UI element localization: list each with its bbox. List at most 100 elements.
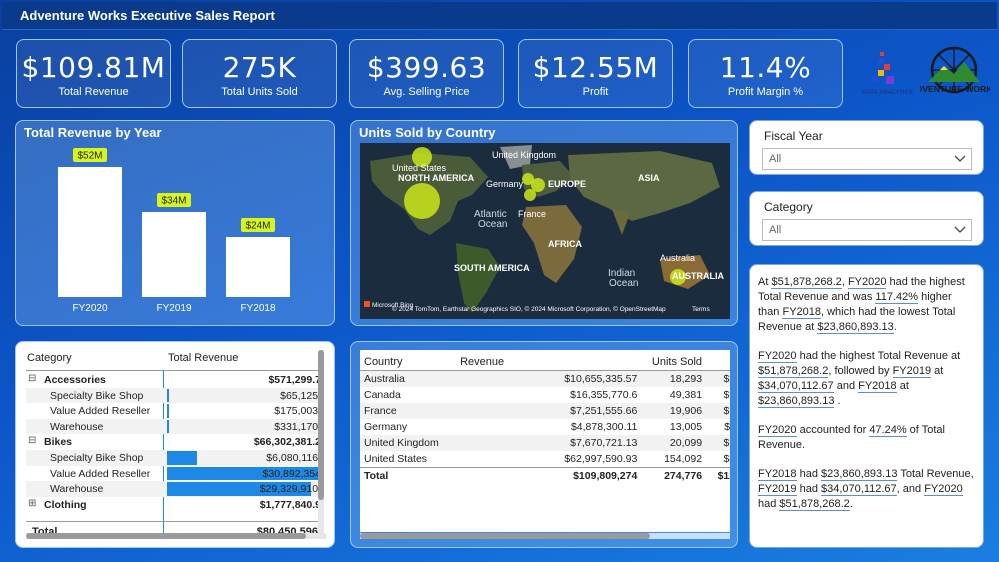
map-label: EUROPE [548, 179, 586, 189]
narrative-value: $34,070,112.67 [758, 380, 834, 393]
data-label: $52M [77, 151, 102, 162]
kpi-total-units-sold[interactable]: 275K Total Units Sold [182, 39, 337, 108]
narrative-value: 47.24% [869, 424, 907, 437]
table-h-scrollbar[interactable] [360, 533, 730, 539]
table-row[interactable]: Germany $4,878,300.11 13,005 $2,076,117 [360, 419, 730, 435]
kpi-value: $12.55M [532, 51, 659, 84]
matrix-child-row[interactable]: Specialty Bike Shop $6,080,116. [26, 450, 321, 466]
narrative-value: FY2020 [758, 424, 797, 437]
table-cell: Profit [706, 354, 730, 371]
map-terms-link: Terms [692, 306, 710, 313]
table-cell: 18,293 [669, 373, 703, 385]
narrative-text-segment: accounted for [796, 424, 870, 436]
report-title-bar: Adventure Works Executive Sales Report [2, 2, 997, 30]
matrix-header-category[interactable]: Category [27, 352, 72, 364]
logos: DATA ANALYTICS ADVENTURE WORKS [858, 44, 990, 106]
matrix-child-row[interactable]: Warehouse $29,329,910. [26, 481, 321, 497]
matrix-value: $175,003. [274, 405, 321, 418]
dropdown-value: All [769, 153, 782, 165]
fiscal-year-dropdown[interactable]: All [762, 148, 972, 170]
matrix-child-name: Value Added Reseller [50, 405, 151, 418]
matrix-group-row[interactable]: ⊞ Clothing $1,777,840.9 [26, 497, 321, 513]
narrative-value: FY2020 [758, 350, 797, 363]
smart-narrative[interactable]: At $51,878,268.2, FY2020 had the highest… [749, 264, 984, 548]
kpi-profit-margin[interactable]: 11.4% Profit Margin % [688, 39, 843, 108]
narrative-text: At $51,878,268.2, FY2020 had the highest… [758, 275, 975, 512]
bubble-united-kingdom [522, 173, 534, 185]
matrix-child-row[interactable]: Warehouse $331,170. [26, 418, 321, 435]
x-tick-label: FY2020 [72, 303, 107, 314]
table-row[interactable]: United States $62,997,590.93 154,092 $4,444… [360, 451, 730, 468]
table-cell: 19,906 [669, 405, 703, 417]
matrix-value: $331,170. [274, 420, 321, 433]
matrix-child-row[interactable]: Specialty Bike Shop $65,125. [26, 387, 321, 404]
chevron-down-icon [954, 155, 966, 162]
narrative-value: $23,860,893.13 [817, 321, 894, 334]
fiscal-year-slicer[interactable]: Fiscal Year All [749, 120, 984, 175]
table-row[interactable]: France $7,251,555.66 19,906 $1,048,948 [360, 403, 730, 419]
adventure-works-logo: ADVENTURE WORKS [920, 46, 990, 94]
table-cell: Germany [364, 421, 408, 433]
bar-fy2018[interactable] [226, 237, 290, 297]
category-slicer[interactable]: Category All [749, 191, 984, 246]
matrix-scrollbar[interactable] [318, 350, 324, 534]
slicer-title: Fiscal Year [764, 129, 823, 143]
matrix-group-row[interactable]: ⊟ Bikes $66,302,381.2 [26, 434, 321, 450]
table-cell: $4,444,102 [723, 453, 730, 465]
kpi-avg-selling-price[interactable]: $399.63 Avg. Selling Price [349, 39, 504, 108]
matrix-group-row[interactable]: ⊟ Accessories $571,299.7 [26, 372, 321, 388]
narrative-paragraph: FY2020 had the highest Total Revenue at … [758, 349, 975, 409]
table-header-row[interactable]: Country Revenue Units SoldProfit [360, 354, 730, 371]
units-by-country-panel[interactable]: Units Sold by Country United Kingdom Uni… [350, 120, 738, 326]
narrative-text-segment: . [834, 395, 841, 407]
table-row[interactable]: Canada $16,355,770.6 49,381 $1,008,134 [360, 387, 730, 403]
table-total-row[interactable]: Total $109,809,274 274,776 $12,551,285 [360, 467, 730, 485]
matrix-child-row[interactable]: Value Added Reseller $30,892,354 [26, 466, 321, 482]
matrix-header-total-revenue[interactable]: Total Revenue [168, 352, 238, 364]
table-cell: $1,396,864 [723, 437, 730, 449]
narrative-value: FY2020 [847, 276, 887, 289]
table-cell: Australia [364, 373, 405, 385]
matrix-h-scrollbar[interactable] [26, 533, 326, 539]
matrix-value: $65,125. [280, 389, 321, 402]
category-matrix-panel[interactable]: Category Total Revenue ⊟ Accessories $571,… [15, 341, 335, 548]
narrative-value: 117.42% [875, 291, 919, 304]
narrative-text-segment: . [893, 321, 897, 333]
narrative-text-segment: had [796, 483, 821, 495]
country-table-panel[interactable]: Country Revenue Units SoldProfit Australia $… [350, 341, 738, 548]
matrix-value: $66,302,381.2 [253, 436, 321, 449]
revenue-by-year-panel[interactable]: Total Revenue by Year $52M FY2020 $34M FY20… [15, 120, 335, 326]
narrative-text-segment: . [849, 498, 853, 510]
table-cell: Revenue [460, 356, 505, 368]
narrative-value: $23,860,893.13 [758, 395, 835, 408]
revenue-bar-chart[interactable]: $52M FY2020 $34M FY2019 $24M FY2018 [16, 121, 334, 325]
kpi-value: $109.81M [21, 51, 166, 84]
world-map[interactable]: United Kingdom United States NORTH AMERI… [360, 143, 730, 319]
table-cell: Canada [364, 389, 401, 401]
kpi-total-revenue[interactable]: $109.81M Total Revenue [16, 39, 171, 108]
table-cell: 13,005 [669, 421, 703, 433]
kpi-profit[interactable]: $12.55M Profit [518, 39, 673, 108]
bar-fy2020[interactable] [58, 167, 122, 297]
dropdown-value: All [769, 224, 782, 236]
map-label: AFRICA [548, 239, 582, 249]
matrix-child-row[interactable]: Value Added Reseller $175,003. [26, 403, 321, 419]
expand-collapse-toggle[interactable]: ⊟ [28, 435, 36, 446]
data-analytics-logo-text: DATA ANALYTICS [862, 90, 913, 96]
table-cell: Units Sold [651, 356, 703, 368]
bar-fy2019[interactable] [142, 212, 206, 297]
table-cell: $12,551,285 [717, 470, 730, 482]
narrative-value: $51,878,268.2 [758, 365, 829, 378]
table-row[interactable]: Australia $10,655,335.57 18,293 $3,577,123 [360, 370, 730, 387]
table-row[interactable]: United Kingdom $7,670,721.13 20,099 $1,396,… [360, 435, 730, 451]
category-dropdown[interactable]: All [762, 219, 972, 241]
table-cell: Total [364, 470, 389, 482]
narrative-text-segment: , and [896, 483, 925, 495]
map-title: Units Sold by Country [359, 125, 496, 140]
expand-collapse-toggle[interactable]: ⊞ [28, 498, 36, 509]
table-cell: 20,099 [669, 437, 703, 449]
narrative-value: FY2018 [782, 306, 821, 319]
expand-collapse-toggle[interactable]: ⊟ [28, 373, 36, 384]
narrative-text-segment: had [758, 498, 780, 510]
matrix-group-name: Clothing [44, 498, 87, 511]
